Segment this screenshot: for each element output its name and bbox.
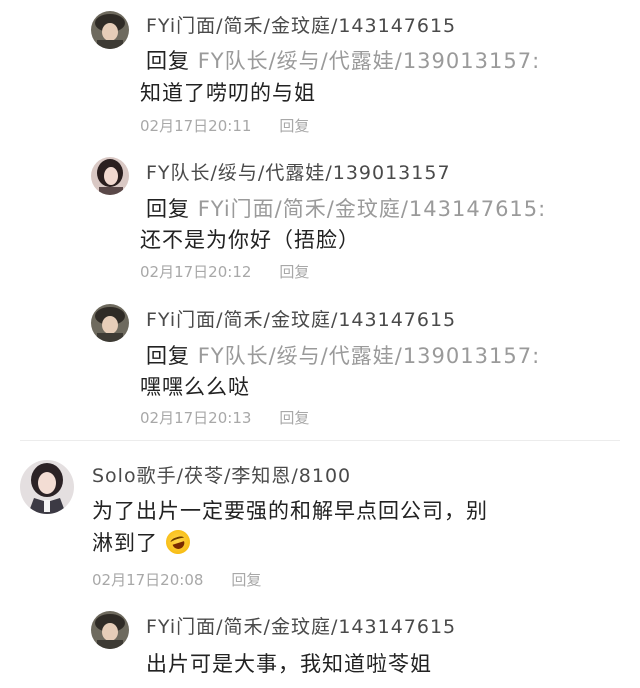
reply-target-username[interactable]: FY队长/绥与/代露娃/139013157: — [198, 344, 540, 368]
section-divider — [20, 440, 620, 441]
comment-reply-line: 回复 FY队长/绥与/代露娃/139013157: — [146, 340, 540, 370]
comment-time: 02月17日20:11 — [140, 117, 252, 135]
reply-prefix: 回复 — [146, 344, 190, 368]
comment-time: 02月17日20:08 — [92, 571, 204, 589]
comment-text-continued: 淋到了 — [92, 526, 193, 558]
reply-button[interactable]: 回复 — [279, 409, 309, 427]
user-avatar[interactable] — [91, 11, 129, 49]
reply-prefix: 回复 — [146, 49, 190, 73]
comment-text: 还不是为你好（捂脸） — [140, 228, 360, 252]
comment-reply-line: 回复 FY队长/绥与/代露娃/139013157: — [146, 45, 540, 75]
reply-button[interactable]: 回复 — [279, 117, 309, 135]
comment-time: 02月17日20:13 — [140, 409, 252, 427]
comment-meta: 02月17日20:12 回复 — [140, 261, 309, 282]
reply-button[interactable]: 回复 — [231, 571, 261, 589]
comment-text-tail: 淋到了 — [92, 531, 158, 555]
reply-prefix: 回复 — [146, 197, 190, 221]
comment-time: 02月17日20:12 — [140, 263, 252, 281]
rolling-laughing-emoji-icon — [162, 526, 193, 558]
reply-target-username[interactable]: FYi门面/简禾/金玟庭/143147615: — [198, 197, 547, 221]
comment-text: 知道了唠叨的与姐 — [140, 81, 316, 105]
reply-button[interactable]: 回复 — [279, 263, 309, 281]
comment-reply-line: 回复 FYi门面/简禾/金玟庭/143147615: — [146, 193, 546, 223]
comment-text: 出片可是大事，我知道啦苓姐 — [146, 652, 432, 676]
comment-meta: 02月17日20:11 回复 — [140, 115, 309, 136]
comment-thread: FYi门面/简禾/金玟庭/143147615 回复 FY队长/绥与/代露娃/13… — [0, 0, 640, 688]
user-avatar[interactable] — [91, 611, 129, 649]
reply-target-username[interactable]: FY队长/绥与/代露娃/139013157: — [198, 49, 540, 73]
user-avatar[interactable] — [91, 304, 129, 342]
comment-username[interactable]: FYi门面/简禾/金玟庭/143147615 — [146, 612, 456, 639]
comment-meta: 02月17日20:08 回复 — [92, 569, 261, 590]
comment-username[interactable]: Solo歌手/茯苓/李知恩/8100 — [92, 461, 351, 488]
comment-username[interactable]: FY队长/绥与/代露娃/139013157 — [146, 158, 451, 185]
comment-username[interactable]: FYi门面/简禾/金玟庭/143147615 — [146, 11, 456, 38]
comment-text: 为了出片一定要强的和解早点回公司，别 — [92, 499, 488, 523]
user-avatar[interactable] — [20, 460, 74, 514]
user-avatar[interactable] — [91, 157, 129, 195]
comment-meta: 02月17日20:13 回复 — [140, 407, 309, 428]
comment-text: 嘿嘿么么哒 — [140, 375, 250, 399]
comment-username[interactable]: FYi门面/简禾/金玟庭/143147615 — [146, 305, 456, 332]
